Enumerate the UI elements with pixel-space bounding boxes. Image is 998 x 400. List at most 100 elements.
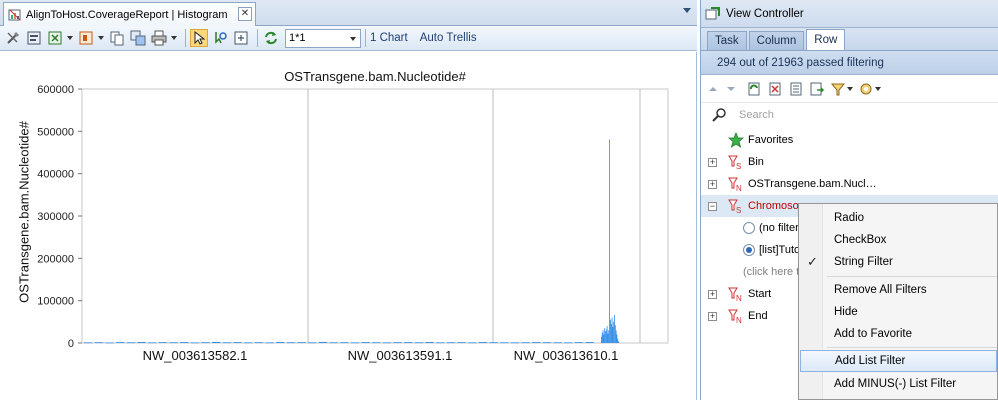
y-tick-label: 100000 xyxy=(37,296,74,308)
toolbar-separator xyxy=(365,29,366,47)
y-tick-label: 600000 xyxy=(37,84,74,96)
menu-item-radio[interactable]: Radio xyxy=(800,207,997,229)
histogram-bar xyxy=(233,342,242,343)
filter-options-dropdown-icon[interactable] xyxy=(847,86,853,91)
menu-item-add-to-favorite[interactable]: Add to Favorite xyxy=(800,323,997,345)
chevron-down-icon xyxy=(350,36,356,41)
expand-icon[interactable]: + xyxy=(708,311,717,321)
tree-item-label: End xyxy=(748,310,768,322)
histogram-bar xyxy=(116,342,125,343)
toolbar-separator xyxy=(185,29,186,47)
histogram-bar xyxy=(94,342,104,344)
menu-item-label: Add to Favorite xyxy=(834,328,912,340)
move-down-icon[interactable] xyxy=(727,86,735,91)
powerpoint-export-icon[interactable] xyxy=(77,29,95,47)
radio-button[interactable] xyxy=(743,244,755,256)
histogram-bar xyxy=(585,342,594,343)
print-icon[interactable] xyxy=(150,29,168,47)
radio-button[interactable] xyxy=(743,222,755,234)
tree-item-label: Favorites xyxy=(748,134,794,146)
trellis-layout-value: 1*1 xyxy=(289,32,306,44)
histogram-bar xyxy=(361,342,370,343)
properties-icon[interactable] xyxy=(25,29,43,47)
svg-text:N: N xyxy=(736,294,742,302)
menu-item-remove-all-filters[interactable]: Remove All Filters xyxy=(800,279,997,301)
histogram-plot-svg[interactable]: 0 100000 200000 300000 400000 500000 600000 NW_… xyxy=(0,52,697,400)
menu-item-add-minus-list-filter[interactable]: Add MINUS(-) List Filter xyxy=(800,373,997,395)
expand-icon[interactable]: + xyxy=(708,157,717,167)
filter-list-icon[interactable] xyxy=(787,80,805,98)
tab-column[interactable]: Column xyxy=(748,31,805,50)
tools-icon[interactable] xyxy=(4,29,22,47)
menu-item-hide[interactable]: Hide xyxy=(800,301,997,323)
numeric-filter-icon: N xyxy=(728,176,744,193)
fit-to-window-icon[interactable] xyxy=(232,29,250,47)
copy-icon[interactable] xyxy=(108,29,126,47)
histogram-bar xyxy=(340,342,349,344)
close-icon[interactable]: ✕ xyxy=(238,7,252,21)
tree-item-favorites[interactable]: Favorites xyxy=(701,129,998,151)
histogram-bar xyxy=(574,342,584,343)
radio-label: (no filter xyxy=(759,222,799,234)
search-input[interactable]: Search xyxy=(739,109,774,121)
menu-item-add-list-filter[interactable]: Add List Filter xyxy=(800,350,997,372)
panel-menu-arrow-icon[interactable] xyxy=(683,8,691,13)
zoom-select-icon[interactable] xyxy=(211,29,229,47)
clear-filters-icon[interactable] xyxy=(766,80,784,98)
histogram-bar xyxy=(158,342,168,343)
histogram-bar xyxy=(618,341,619,343)
histogram-document-tab[interactable]: AlignToHost.CoverageReport | Histogram ✕ xyxy=(3,2,256,26)
excel-export-dropdown-icon[interactable] xyxy=(67,36,73,40)
expand-icon[interactable]: + xyxy=(708,289,717,299)
checkmark-icon: ✓ xyxy=(807,254,818,269)
svg-text:S: S xyxy=(736,162,741,170)
tab-task[interactable]: Task xyxy=(707,31,747,50)
histogram-bar xyxy=(148,342,157,344)
powerpoint-export-dropdown-icon[interactable] xyxy=(98,36,104,40)
menu-item-label: String Filter xyxy=(834,256,893,268)
favorite-settings-icon[interactable] xyxy=(857,80,875,98)
expand-icon[interactable]: + xyxy=(708,179,717,189)
histogram-bar xyxy=(608,330,610,343)
histogram-bar xyxy=(553,342,562,344)
menu-item-label: Add List Filter xyxy=(835,355,906,367)
trellis-layout-select[interactable]: 1*1 xyxy=(285,28,361,48)
x-category-label: NW_003613591.1 xyxy=(348,348,453,363)
histogram-bar xyxy=(244,342,253,344)
filter-options-icon[interactable] xyxy=(829,80,847,98)
move-up-icon[interactable] xyxy=(709,86,717,91)
histogram-bar xyxy=(521,342,530,344)
tree-item-bin[interactable]: + S Bin xyxy=(701,151,998,173)
excel-export-icon[interactable] xyxy=(46,29,64,47)
histogram-bar xyxy=(510,342,520,344)
menu-item-checkbox[interactable]: CheckBox xyxy=(800,229,997,251)
y-tick-label: 200000 xyxy=(37,253,74,265)
tree-item-nucleotide[interactable]: + N OSTransgene.bam.Nucl… xyxy=(701,173,998,195)
chart-toolbar: 1*1 1 Chart Auto Trellis xyxy=(0,26,697,51)
histogram-bar xyxy=(604,328,606,343)
one-chart-button[interactable]: 1 Chart xyxy=(370,32,408,44)
refresh-icon[interactable] xyxy=(262,29,280,47)
export-filter-icon[interactable] xyxy=(808,80,826,98)
collapse-icon[interactable]: − xyxy=(708,201,717,211)
menu-item-label: Hide xyxy=(834,306,858,318)
tab-row[interactable]: Row xyxy=(806,29,846,50)
histogram-bar xyxy=(372,342,381,344)
copy-image-icon[interactable] xyxy=(129,29,147,47)
histogram-bar xyxy=(457,342,466,343)
filter-search-bar[interactable]: Search xyxy=(701,103,998,127)
print-dropdown-icon[interactable] xyxy=(171,36,177,40)
tree-item-label: OSTransgene.bam.Nucl… xyxy=(748,178,877,190)
menu-item-label: Remove All Filters xyxy=(834,284,927,296)
histogram-bar xyxy=(607,333,609,343)
select-pointer-icon[interactable] xyxy=(190,29,208,47)
histogram-bar xyxy=(610,319,611,343)
histogram-bar xyxy=(318,342,328,343)
view-controller-header: View Controller xyxy=(701,0,998,28)
histogram-bar xyxy=(603,334,605,343)
y-tick-label: 500000 xyxy=(37,126,74,138)
auto-trellis-button[interactable]: Auto Trellis xyxy=(420,32,477,44)
favorite-settings-dropdown-icon[interactable] xyxy=(875,86,881,91)
menu-item-string-filter[interactable]: ✓ String Filter xyxy=(800,251,997,273)
refresh-filters-icon[interactable] xyxy=(745,80,763,98)
